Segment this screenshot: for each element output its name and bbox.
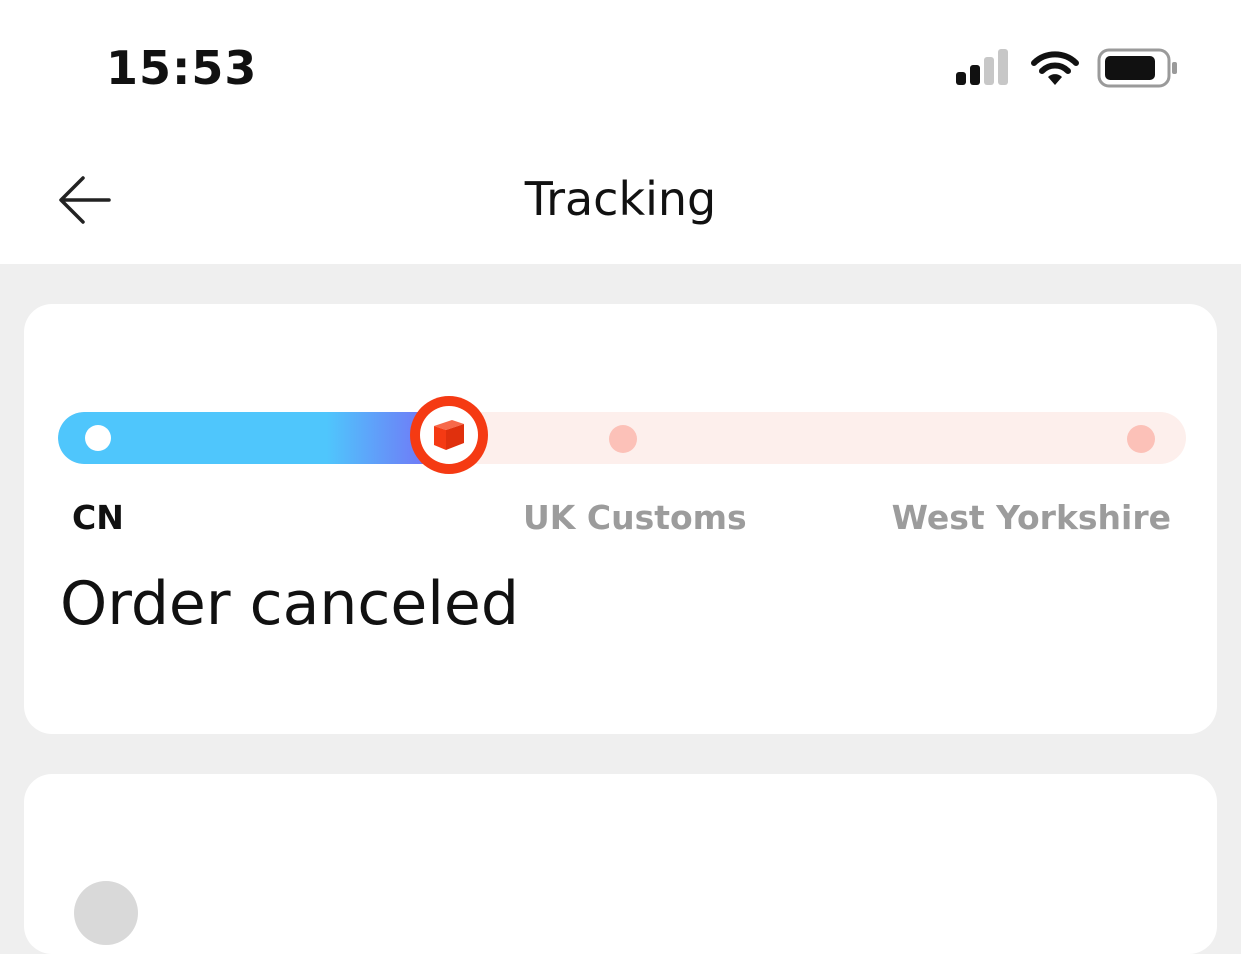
cellular-signal-icon: [956, 49, 1008, 85]
stop-label-customs: UK Customs: [523, 498, 747, 537]
destination-stop-dot: [1127, 425, 1155, 453]
tracking-card: CN UK Customs West Yorkshire Order cance…: [24, 304, 1217, 734]
stop-label-destination: West Yorkshire: [891, 498, 1171, 537]
order-status: Order canceled: [60, 569, 519, 639]
wifi-icon: [1031, 51, 1079, 85]
tracking-details-card: [24, 774, 1217, 954]
status-bar: 15:53: [0, 0, 1241, 135]
battery-icon: [1097, 48, 1177, 88]
package-icon: [434, 420, 464, 450]
page-title: Tracking: [524, 172, 717, 226]
status-time: 15:53: [106, 41, 258, 95]
current-location-marker: [410, 396, 488, 474]
tracking-progress-fill: [58, 412, 453, 464]
customs-stop-dot: [609, 425, 637, 453]
stop-label-origin: CN: [72, 498, 124, 537]
origin-stop-dot: [85, 425, 111, 451]
nav-bar: Tracking: [0, 135, 1241, 264]
